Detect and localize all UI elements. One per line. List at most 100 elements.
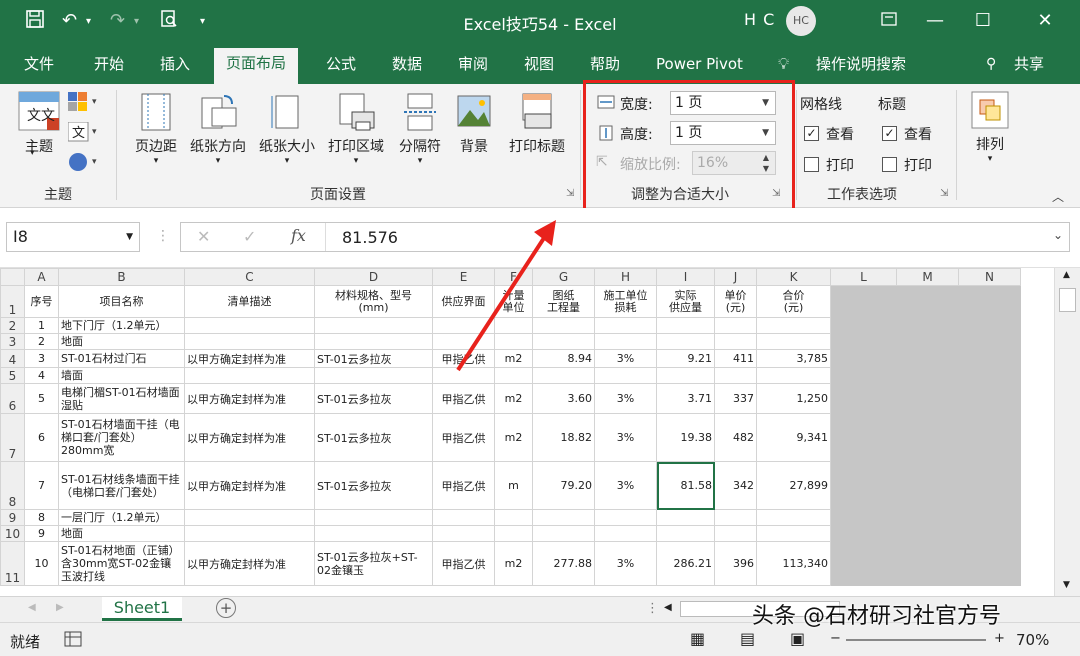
table-cell[interactable]: ST-01云多拉灰 bbox=[314, 383, 433, 414]
table-cell[interactable] bbox=[594, 333, 657, 350]
table-cell[interactable]: 3.60 bbox=[532, 383, 595, 414]
table-cell[interactable]: 8 bbox=[24, 509, 59, 526]
table-cell[interactable]: 3% bbox=[594, 461, 657, 510]
effects-button[interactable]: ▾ bbox=[68, 152, 102, 176]
collapse-ribbon-icon[interactable]: ︿ bbox=[1052, 188, 1064, 205]
next-sheet-icon[interactable]: ▶ bbox=[56, 602, 64, 613]
table-cell[interactable] bbox=[314, 333, 433, 350]
maximize-button[interactable]: ☐ bbox=[960, 6, 1006, 36]
row-header[interactable]: 6 bbox=[0, 383, 25, 414]
table-cell[interactable]: 3% bbox=[594, 413, 657, 462]
table-cell[interactable]: 1 bbox=[24, 317, 59, 334]
tell-me-search[interactable]: 操作说明搜索 bbox=[804, 50, 918, 84]
table-cell[interactable]: 2 bbox=[24, 333, 59, 350]
table-cell[interactable]: 79.20 bbox=[532, 461, 595, 510]
table-cell[interactable]: 337 bbox=[714, 383, 757, 414]
table-cell[interactable]: 9 bbox=[24, 525, 59, 542]
normal-view-icon[interactable]: ▦ bbox=[690, 629, 705, 648]
themes-button[interactable]: 文文 主题 bbox=[14, 90, 64, 156]
enter-icon[interactable]: ✓ bbox=[243, 227, 256, 246]
table-cell[interactable] bbox=[714, 333, 757, 350]
page-setup-launcher-icon[interactable]: ⇲ bbox=[566, 188, 574, 199]
table-cell[interactable] bbox=[594, 525, 657, 542]
insert-function-icon[interactable]: fx bbox=[291, 226, 306, 245]
arrange-button[interactable]: 排列 ▾ bbox=[966, 90, 1014, 164]
header-cell[interactable]: 序号 bbox=[24, 285, 59, 318]
table-cell[interactable]: 3% bbox=[594, 383, 657, 414]
table-cell[interactable]: ST-01石材线条墙面干挂（电梯口套/门套处） bbox=[58, 461, 185, 510]
table-cell[interactable]: 7 bbox=[24, 461, 59, 510]
colors-button[interactable]: ▾ bbox=[68, 92, 102, 116]
table-cell[interactable] bbox=[656, 509, 715, 526]
table-cell[interactable]: 10 bbox=[24, 541, 59, 586]
column-header[interactable]: L bbox=[830, 268, 897, 286]
row-header[interactable]: 5 bbox=[0, 367, 25, 384]
table-cell[interactable] bbox=[714, 509, 757, 526]
table-cell[interactable]: ST-01石材墙面干挂（电梯口套/门套处）280mm宽 bbox=[58, 413, 185, 462]
scroll-up-icon[interactable]: ▲ bbox=[1063, 270, 1070, 280]
share-user-icon[interactable]: ⚲ bbox=[986, 50, 996, 84]
lightbulb-icon[interactable]: 💡︎ bbox=[778, 50, 789, 84]
cancel-icon[interactable]: ✕ bbox=[197, 227, 210, 246]
table-cell[interactable]: 9,341 bbox=[756, 413, 831, 462]
table-cell[interactable]: 4 bbox=[24, 367, 59, 384]
table-cell[interactable]: 甲指乙供 bbox=[432, 413, 495, 462]
row-header[interactable]: 3 bbox=[0, 333, 25, 350]
table-cell[interactable]: 27,899 bbox=[756, 461, 831, 510]
table-cell[interactable]: 9.21 bbox=[656, 349, 715, 368]
table-cell[interactable]: ST-01云多拉灰 bbox=[314, 413, 433, 462]
header-cell[interactable]: 材料规格、型号 (mm) bbox=[314, 285, 433, 318]
table-cell[interactable]: 以甲方确定封样为准 bbox=[184, 461, 315, 510]
scroll-thumb[interactable] bbox=[1059, 288, 1076, 312]
table-cell[interactable] bbox=[184, 317, 315, 334]
table-cell[interactable]: 以甲方确定封样为准 bbox=[184, 541, 315, 586]
table-cell[interactable]: m bbox=[494, 461, 533, 510]
table-cell[interactable]: 3 bbox=[24, 349, 59, 368]
prev-sheet-icon[interactable]: ◀ bbox=[28, 602, 36, 613]
table-cell[interactable] bbox=[184, 333, 315, 350]
themes-dropdown-icon[interactable]: ▾ bbox=[30, 148, 35, 158]
headings-view-checkbox[interactable]: ✓ bbox=[882, 126, 897, 141]
header-cell[interactable]: 合价 (元) bbox=[756, 285, 831, 318]
background-button[interactable]: 背景 bbox=[452, 92, 496, 156]
row-header[interactable]: 7 bbox=[0, 413, 25, 462]
table-cell[interactable]: 3% bbox=[594, 541, 657, 586]
table-cell[interactable]: 5 bbox=[24, 383, 59, 414]
close-button[interactable]: ✕ bbox=[1022, 6, 1068, 36]
tab-help[interactable]: 帮助 bbox=[578, 50, 632, 84]
table-cell[interactable]: ST-01石材地面（正铺）含30mm宽ST-02金镶玉波打线 bbox=[58, 541, 185, 586]
column-header[interactable]: A bbox=[24, 268, 59, 286]
table-cell[interactable] bbox=[314, 509, 433, 526]
tab-power-pivot[interactable]: Power Pivot bbox=[644, 50, 755, 84]
zoom-slider[interactable] bbox=[846, 639, 986, 641]
table-cell[interactable]: m2 bbox=[494, 383, 533, 414]
table-cell[interactable] bbox=[756, 525, 831, 542]
add-sheet-button[interactable]: + bbox=[216, 598, 236, 618]
select-all-corner[interactable] bbox=[0, 268, 25, 286]
table-cell[interactable]: 甲指乙供 bbox=[432, 541, 495, 586]
table-cell[interactable]: 482 bbox=[714, 413, 757, 462]
table-cell[interactable] bbox=[756, 317, 831, 334]
table-cell[interactable]: 电梯门楣ST-01石材墙面湿贴 bbox=[58, 383, 185, 414]
header-cell[interactable]: 实际 供应量 bbox=[656, 285, 715, 318]
table-cell[interactable]: ST-01云多拉灰 bbox=[314, 349, 433, 368]
table-cell[interactable]: 地面 bbox=[58, 525, 185, 542]
table-cell[interactable]: m2 bbox=[494, 541, 533, 586]
row-header[interactable]: 9 bbox=[0, 509, 25, 526]
ribbon-display-options-icon[interactable] bbox=[866, 6, 912, 36]
tab-file[interactable]: 文件 bbox=[12, 50, 66, 84]
table-cell[interactable] bbox=[656, 333, 715, 350]
table-cell[interactable] bbox=[656, 317, 715, 334]
header-cell[interactable]: 单价 (元) bbox=[714, 285, 757, 318]
column-header[interactable]: I bbox=[656, 268, 715, 286]
table-cell[interactable] bbox=[714, 367, 757, 384]
zoom-level[interactable]: 70% bbox=[1016, 631, 1049, 649]
column-header[interactable]: D bbox=[314, 268, 433, 286]
table-cell[interactable]: 地面 bbox=[58, 333, 185, 350]
table-cell[interactable] bbox=[532, 525, 595, 542]
table-cell[interactable] bbox=[184, 367, 315, 384]
row-header[interactable]: 8 bbox=[0, 461, 25, 510]
vertical-scrollbar[interactable]: ▲ ▼ bbox=[1054, 268, 1080, 596]
table-cell[interactable]: 墙面 bbox=[58, 367, 185, 384]
table-cell[interactable] bbox=[432, 525, 495, 542]
